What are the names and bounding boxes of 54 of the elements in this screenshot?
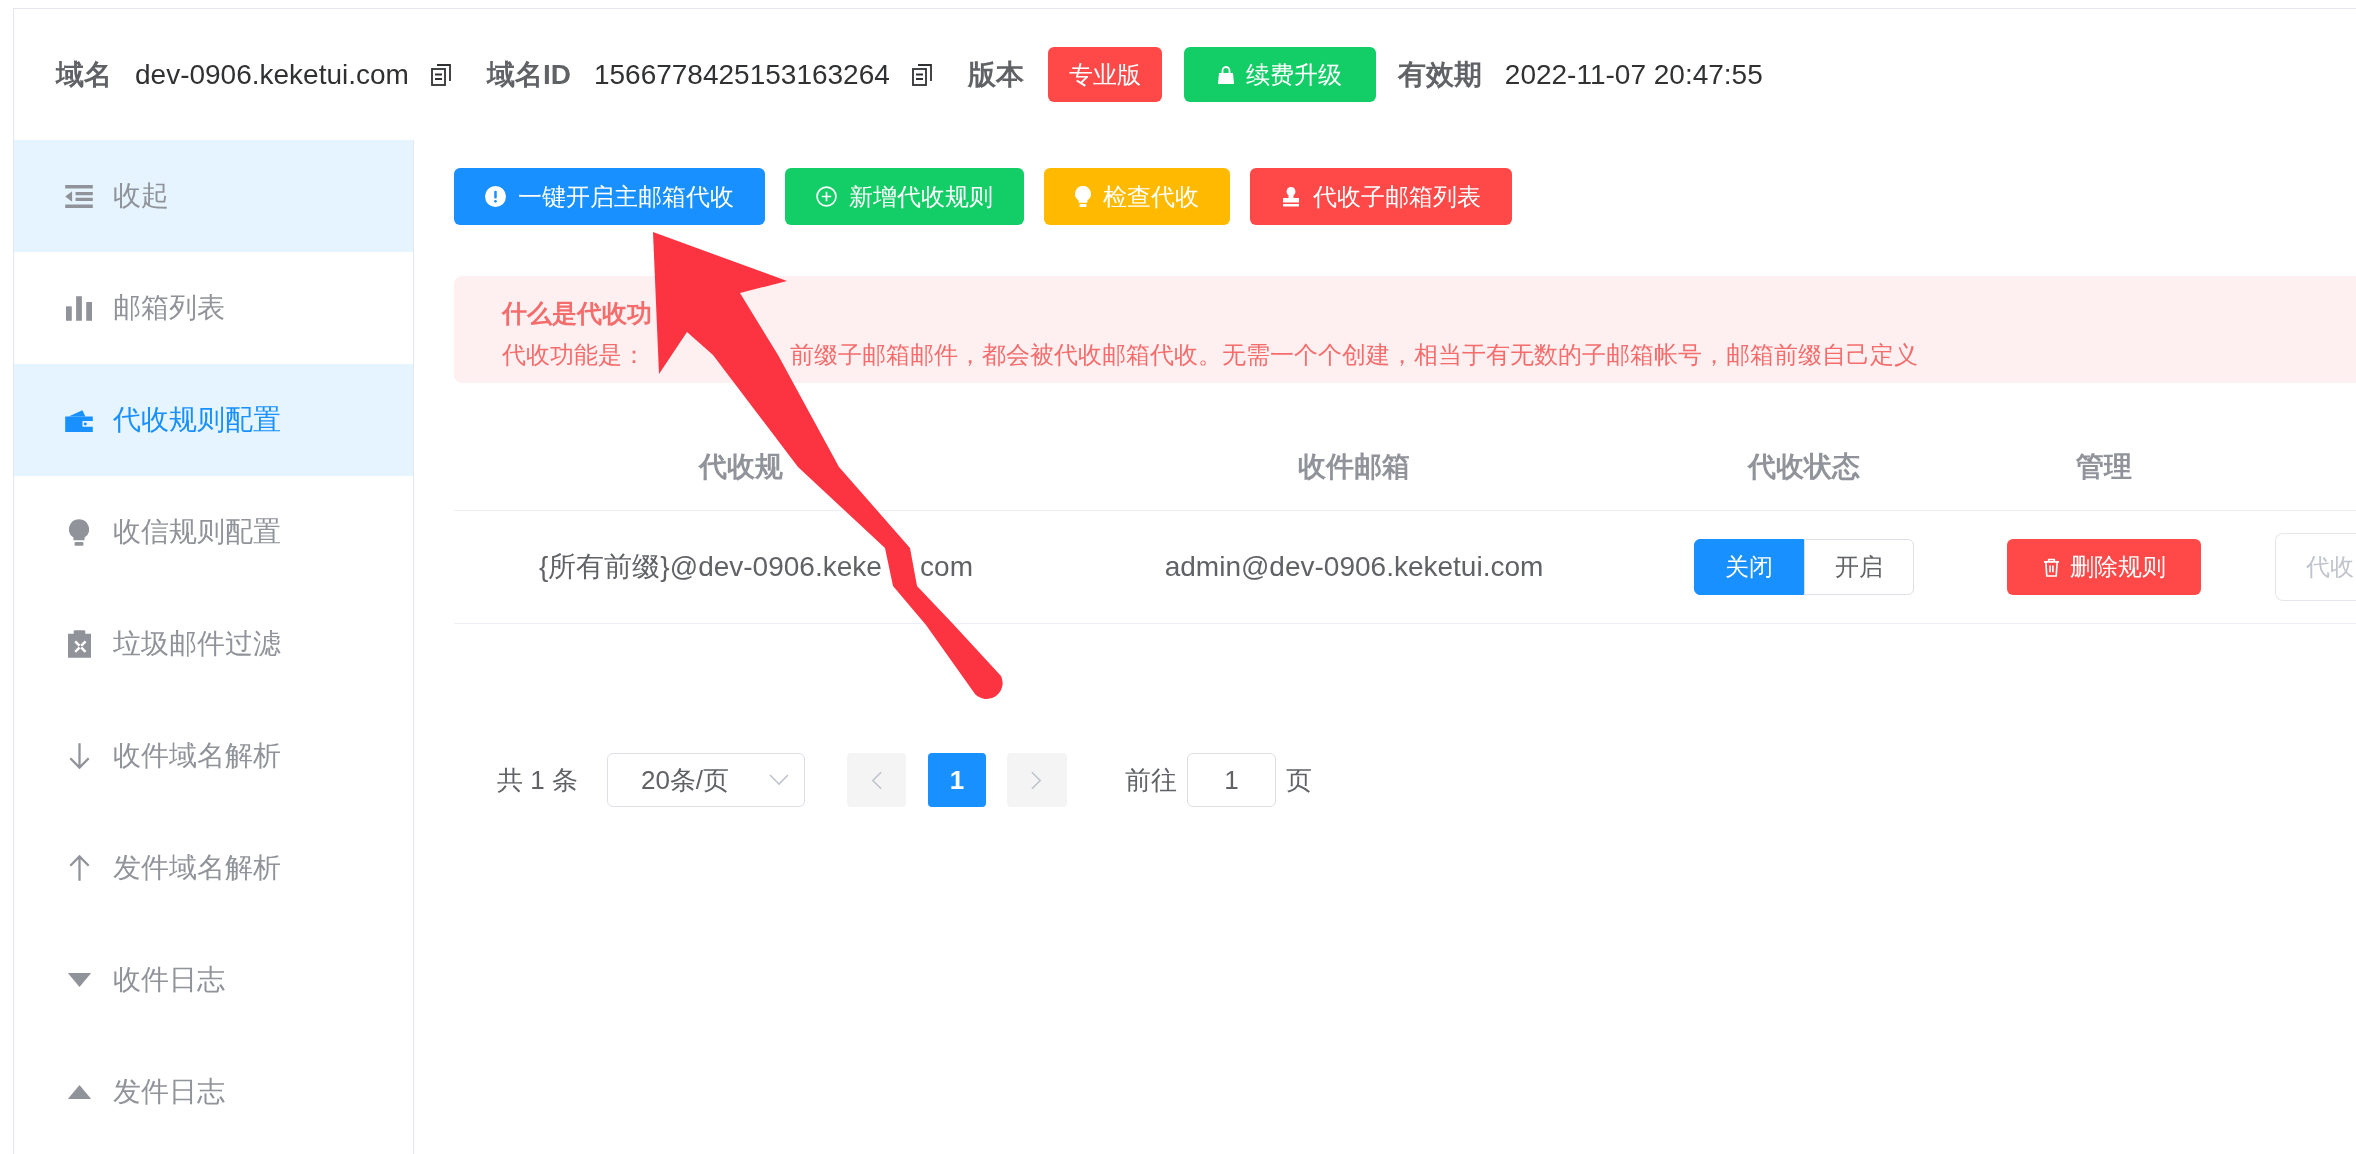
outdent-icon [65,184,93,208]
page-size-select[interactable]: 20条/页 [606,753,805,807]
shopping-bag-icon [1217,65,1234,84]
copy-icon[interactable] [911,63,932,86]
field-value: 2022-11-07 20:47:55 [1504,57,1763,92]
page-jump-input[interactable]: 1 [1186,753,1276,807]
table-cell: com [920,553,973,581]
chevron-right-icon [1031,770,1043,790]
chevron-down-icon [768,774,789,786]
stamp-icon [1281,186,1301,207]
caret-up-icon [66,1085,92,1099]
toolbar-button[interactable]: 一键开启主邮箱代收 [454,168,765,225]
caret-down-icon [66,973,92,987]
renew-button[interactable]: 续费升级 [1183,47,1376,102]
lightbulb-icon [1075,186,1091,207]
bar-chart-icon [66,295,92,321]
field-label: 有效期 [1397,57,1482,92]
trash-icon [2042,557,2060,577]
field-label: 域名 [56,57,112,92]
page-unit-label: 页 [1285,763,1312,797]
toolbar-button[interactable]: 代收子邮箱列表 [1250,168,1512,225]
field-label: 域名ID [486,57,571,92]
column-header: 管理 [2076,452,2132,481]
chevron-left-icon [870,770,882,790]
goto-label: 前往 [1124,763,1177,797]
toolbar-button[interactable]: 新增代收规则 [785,168,1024,225]
delete-rule-button[interactable]: 删除规则 [2007,539,2201,595]
column-header: 收件邮箱 [1298,452,1410,481]
status-toggle[interactable]: 关闭 [1693,539,1804,595]
total-count: 共 1 条 [497,763,578,797]
clipboard-x-icon [67,630,91,658]
arrow-down-icon [67,742,91,770]
column-header: 代收规 [699,452,783,481]
alert-title: 什么是代收功 [502,298,652,329]
field-label: 版本 [967,57,1024,92]
lightbulb-icon [69,518,89,546]
alert-text: 代收功能是： [502,340,646,370]
status-toggle[interactable]: 开启 [1803,539,1914,595]
alert-text: 前缀子邮箱邮件，都会被代收邮箱代收。无需一个个创建，相当于有无数的子邮箱帐号，邮箱前缀自己定义 [790,340,1918,370]
field-value: dev-0906.keketui.com [135,57,409,92]
page-number-button[interactable]: 1 [927,753,986,807]
plus-circle-icon [816,186,837,207]
arrow-up-icon [67,854,91,882]
table-cell: admin@dev-0906.keketui.com [1164,553,1544,581]
edition-badge: 专业版 [1047,47,1162,102]
exclamation-circle-icon [485,186,506,207]
column-header: 代收状态 [1747,452,1860,481]
toolbar-button[interactable]: 检查代收 [1044,168,1230,225]
collapse-button[interactable]: 收起 [14,140,413,252]
copy-icon[interactable] [430,63,451,86]
wallet-icon [65,408,93,432]
sidebar-item[interactable]: 代收规则配置 [14,364,413,476]
table-cell: {所有前缀}@dev-0906.keke [539,553,882,581]
field-value: 1566778425153163264 [593,57,890,92]
